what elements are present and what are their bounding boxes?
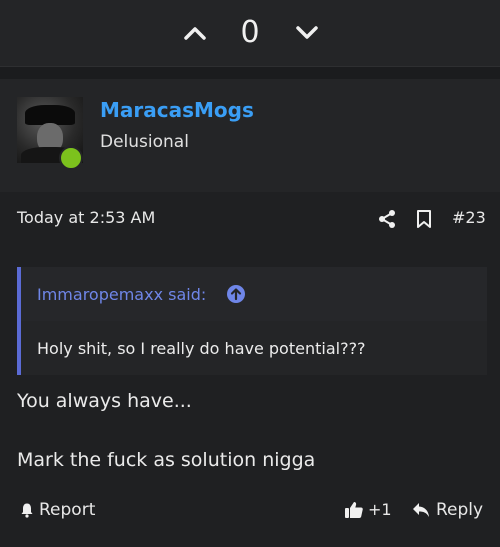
reply-button[interactable]: Reply <box>412 500 483 520</box>
user-row: MaracasMogs Delusional <box>0 79 500 192</box>
bell-icon <box>21 503 33 518</box>
post-timestamp[interactable]: Today at 2:53 AM <box>17 208 155 227</box>
vote-bar: 0 <box>0 0 500 67</box>
like-count: +1 <box>368 500 392 519</box>
reply-label: Reply <box>436 500 484 520</box>
chevron-down-icon <box>296 26 318 39</box>
post-body-line: You always have... <box>17 390 192 412</box>
post-content: Immaropemaxx said: Holy shit, so I reall… <box>0 248 500 547</box>
post: MaracasMogs Delusional Today at 2:53 AM … <box>0 79 500 547</box>
like-button[interactable]: +1 <box>344 500 392 519</box>
online-status-indicator <box>59 146 83 170</box>
post-actions: Report +1 Reply <box>0 491 500 547</box>
reply-icon <box>413 503 429 517</box>
downvote-button[interactable] <box>292 18 322 48</box>
arrow-up-circle-icon[interactable] <box>226 284 246 304</box>
quote-block: Immaropemaxx said: Holy shit, so I reall… <box>17 267 487 375</box>
report-button[interactable]: Report <box>19 500 95 520</box>
user-title: Delusional <box>100 132 189 152</box>
post-meta: Today at 2:53 AM #23 <box>0 192 500 248</box>
report-label: Report <box>39 500 96 520</box>
separator <box>0 67 500 79</box>
upvote-button[interactable] <box>180 18 210 48</box>
quote-author-link[interactable]: Immaropemaxx said: <box>37 285 206 304</box>
quote-text: Holy shit, so I really do have potential… <box>37 339 366 358</box>
quote-header: Immaropemaxx said: <box>21 267 487 321</box>
post-body-line: Mark the fuck as solution nigga <box>17 449 316 471</box>
vote-count: 0 <box>240 15 260 50</box>
post-number-link[interactable]: #23 <box>452 208 486 227</box>
share-icon[interactable] <box>377 209 397 229</box>
username-link[interactable]: MaracasMogs <box>100 98 254 122</box>
bookmark-icon[interactable] <box>414 209 434 229</box>
chevron-up-icon <box>184 27 206 40</box>
thumbs-up-icon <box>345 501 363 518</box>
